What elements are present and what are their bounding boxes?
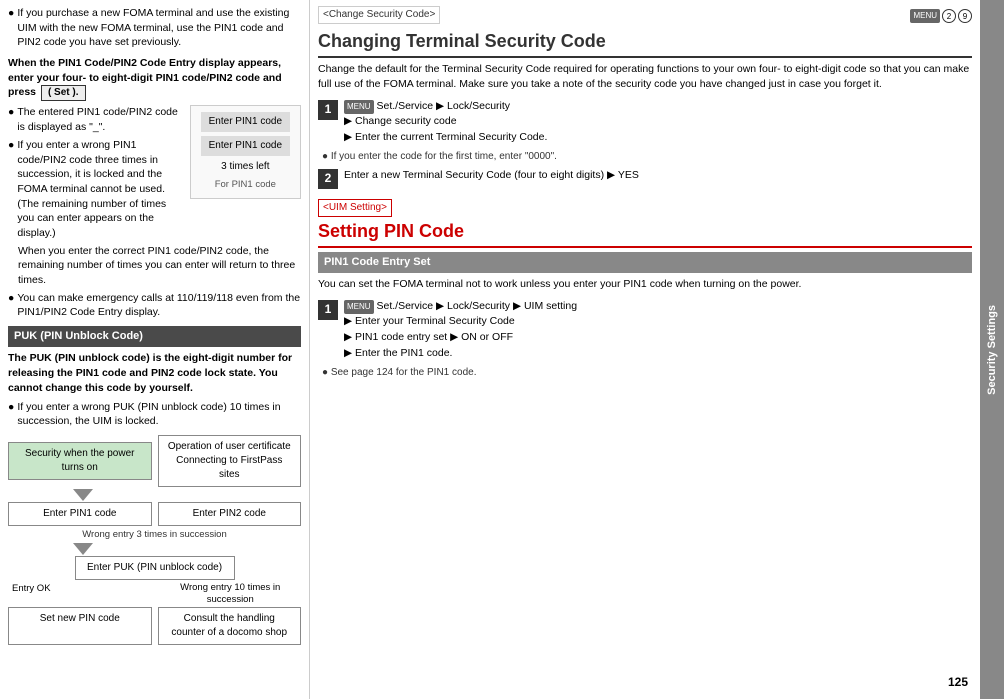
- entry-row: Enter PIN1 code Enter PIN2 code: [8, 502, 301, 526]
- bullet-item-2: ● The entered PIN1 code/PIN2 code is dis…: [8, 105, 182, 134]
- puk-note: ● If you enter a wrong PUK (PIN unblock …: [8, 400, 301, 429]
- flow-box-operation: Operation of user certificate Connecting…: [158, 435, 302, 487]
- step-1: 1 MENU Set./Service ▶ Lock/Security ▶ Ch…: [318, 99, 972, 146]
- section2-step-1: 1 MENU Set./Service ▶ Lock/Security ▶ UI…: [318, 299, 972, 362]
- step-num-2: 2: [318, 169, 338, 189]
- wrong-entry-label: Wrong entry 3 times in succession: [8, 528, 301, 541]
- subsection-header: PIN1 Code Entry Set: [318, 252, 972, 273]
- top-badges: <Change Security Code> MENU 2 9: [318, 6, 972, 26]
- entry-box-pin1: Enter PIN1 code: [8, 502, 152, 526]
- entry-labels: Entry OK Wrong entry 10 times in success…: [8, 582, 301, 605]
- section2-step-num-1: 1: [318, 300, 338, 320]
- pin-count: 3 times left: [201, 160, 290, 174]
- section-tag-1: <Change Security Code>: [318, 6, 440, 24]
- puk-header: PUK (PIN Unblock Code): [8, 326, 301, 347]
- section2-step-note: ● See page 124 for the PIN1 code.: [322, 366, 972, 380]
- section-title-1: Changing Terminal Security Code: [318, 29, 972, 58]
- label-entry-ok: Entry OK: [8, 582, 154, 605]
- label-wrong-10: Wrong entry 10 times in succession: [160, 582, 302, 605]
- section-tag-2: <UIM Setting>: [318, 199, 392, 217]
- page-number: 125: [948, 674, 968, 691]
- flow-box-security: Security when the power turns on: [8, 442, 152, 480]
- puk-box-row: Enter PUK (PIN unblock code): [8, 556, 301, 580]
- flow-arrow-1: [8, 489, 301, 501]
- set-button-label: ( Set ).: [41, 85, 86, 101]
- right-tab-label: Security Settings: [986, 305, 998, 395]
- num-badge-2: 2: [942, 9, 956, 23]
- right-column: <Change Security Code> MENU 2 9 Changing…: [310, 0, 980, 699]
- step-1-content: MENU Set./Service ▶ Lock/Security ▶ Chan…: [344, 99, 547, 146]
- pin-display: Enter PIN1 code Enter PIN1 code 3 times …: [190, 105, 301, 198]
- bottom-box-set: Set new PIN code: [8, 607, 152, 645]
- bullet-3b: When you enter the correct PIN1 code/PIN…: [18, 244, 301, 288]
- right-sidebar-tab: Security Settings: [980, 0, 1004, 699]
- arrow-down-icon-2: [73, 543, 93, 555]
- flow-arrow-2: [8, 543, 301, 555]
- puk-desc: The PUK (PIN unblock code) is the eight-…: [8, 351, 301, 395]
- section2-desc: You can set the FOMA terminal not to wor…: [318, 277, 972, 292]
- left-column: ● If you purchase a new FOMA terminal an…: [0, 0, 310, 699]
- menu-icon-step1: MENU: [344, 100, 374, 114]
- pin-row-2: Enter PIN1 code: [201, 136, 290, 156]
- section2-step-1-content: MENU Set./Service ▶ Lock/Security ▶ UIM …: [344, 299, 577, 362]
- num-badge-9: 9: [958, 9, 972, 23]
- puk-box: Enter PUK (PIN unblock code): [75, 556, 235, 580]
- bottom-boxes: Set new PIN code Consult the handling co…: [8, 607, 301, 645]
- section-desc-1: Change the default for the Terminal Secu…: [318, 62, 972, 92]
- pin-row-1: Enter PIN1 code: [201, 112, 290, 132]
- bullet-item-3: ● If you enter a wrong PIN1 code/PIN2 co…: [8, 138, 182, 241]
- menu-icon-step2: MENU: [344, 300, 374, 314]
- bottom-box-consult: Consult the handling counter of a docomo…: [158, 607, 302, 645]
- bold-intro: When the PIN1 Code/PIN2 Code Entry displ…: [8, 56, 301, 101]
- bullet-item-4: ● You can make emergency calls at 110/11…: [8, 291, 301, 320]
- step-num-1: 1: [318, 100, 338, 120]
- section-title-2: Setting PIN Code: [318, 219, 972, 248]
- arrow-down-icon: [73, 489, 93, 501]
- step-2-content: Enter a new Terminal Security Code (four…: [344, 168, 639, 184]
- flow-row-1: Security when the power turns on Operati…: [8, 435, 301, 487]
- pin-label: For PIN1 code: [201, 178, 290, 191]
- menu-icon: MENU: [910, 9, 940, 22]
- section-change-security: <Change Security Code> MENU 2 9 Changing…: [318, 6, 972, 189]
- entry-box-pin2: Enter PIN2 code: [158, 502, 302, 526]
- flow-diagram: Security when the power turns on Operati…: [8, 435, 301, 645]
- step-2: 2 Enter a new Terminal Security Code (fo…: [318, 168, 972, 189]
- bullet-item-1: ● If you purchase a new FOMA terminal an…: [8, 6, 301, 50]
- section-setting-pin: <UIM Setting> Setting PIN Code PIN1 Code…: [318, 199, 972, 380]
- menu-badges: MENU 2 9: [910, 9, 972, 23]
- step-1-note: ● If you enter the code for the first ti…: [322, 150, 972, 164]
